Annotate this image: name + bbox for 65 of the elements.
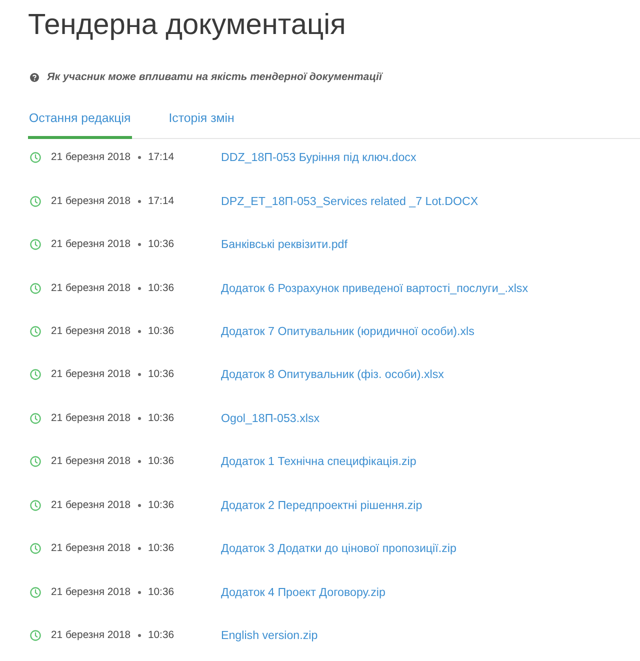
clock-icon	[30, 196, 41, 207]
document-link[interactable]: DPZ_ET_18П-053_Services related _7 Lot.DOCX	[221, 194, 478, 208]
document-link[interactable]: Додаток 4 Проект Договору.zip	[221, 586, 386, 599]
document-time: 17:14	[148, 152, 176, 164]
document-date: 21 березня 2018	[51, 326, 132, 337]
bullet-icon	[138, 547, 141, 550]
document-link[interactable]: Додаток 2 Передпроектні рішення.zip	[221, 498, 422, 512]
document-time: 10:36	[148, 412, 176, 424]
clock-icon	[30, 239, 41, 250]
document-date: 21 березня 2018	[51, 282, 132, 294]
bullet-icon	[138, 330, 141, 333]
document-time: 10:36	[148, 239, 176, 250]
help-icon	[30, 72, 39, 82]
document-link[interactable]: Додаток 1 Технічна специфікація.zip	[221, 455, 416, 468]
document-time: 10:36	[148, 456, 176, 468]
document-date: 21 березня 2018	[51, 630, 132, 642]
clock-icon	[30, 282, 41, 294]
document-time: 10:36	[148, 326, 176, 337]
document-date: 21 березня 2018	[51, 456, 132, 468]
clock-icon	[30, 543, 41, 554]
page-title: Тендерна документація	[28, 8, 346, 43]
document-date: 21 березня 2018	[51, 412, 132, 424]
bullet-icon	[138, 286, 141, 290]
document-link[interactable]: Додаток 8 Опитувальник (фіз. особи).xlsx	[221, 368, 444, 382]
document-time: 10:36	[148, 630, 176, 642]
document-date: 21 березня 2018	[51, 152, 132, 164]
clock-icon	[30, 500, 41, 511]
document-date: 21 березня 2018	[51, 369, 132, 380]
document-link[interactable]: DDZ_18П-053 Буріння під ключ.docx	[221, 151, 416, 164]
clock-icon	[30, 369, 41, 380]
clock-icon	[30, 630, 41, 642]
document-link[interactable]: English version.zip	[221, 629, 318, 642]
document-time: 10:36	[148, 369, 176, 380]
document-date: 21 березня 2018	[51, 196, 132, 207]
document-time: 10:36	[148, 282, 176, 294]
bullet-icon	[138, 243, 141, 246]
bullet-icon	[138, 200, 141, 203]
document-date: 21 березня 2018	[51, 500, 132, 511]
document-link[interactable]: Ogol_18П-053.xlsx	[221, 412, 320, 425]
document-date: 21 березня 2018	[51, 586, 132, 598]
document-time: 17:14	[148, 196, 176, 207]
document-time: 10:36	[148, 500, 176, 511]
help-link[interactable]: Як учасник може впливати на якість тендерної документації	[47, 71, 382, 83]
clock-icon	[30, 152, 41, 164]
clock-icon	[30, 586, 41, 598]
document-time: 10:36	[148, 586, 176, 598]
bullet-icon	[138, 416, 141, 420]
clock-icon	[30, 456, 41, 468]
document-time: 10:36	[148, 543, 176, 554]
bullet-icon	[138, 373, 141, 376]
bullet-icon	[138, 504, 141, 507]
document-link[interactable]: Додаток 3 Додатки до цінової пропозиції.zip	[221, 542, 456, 556]
clock-icon	[30, 412, 41, 424]
bullet-icon	[138, 156, 141, 160]
document-date: 21 березня 2018	[51, 543, 132, 554]
document-date: 21 березня 2018	[51, 239, 132, 250]
document-link[interactable]: Додаток 6 Розрахунок приведеної вартості_послуги_.xlsx	[221, 282, 528, 295]
clock-icon	[30, 326, 41, 337]
bullet-icon	[138, 590, 141, 594]
tab[interactable]: Історія змін	[168, 111, 236, 139]
bullet-icon	[138, 634, 141, 638]
document-link[interactable]: Банківські реквізити.pdf	[221, 238, 348, 252]
bullet-icon	[138, 460, 141, 464]
document-link[interactable]: Додаток 7 Опитувальник (юридичної особи).xls	[221, 324, 474, 338]
tab[interactable]: Остання редакція	[28, 111, 132, 139]
